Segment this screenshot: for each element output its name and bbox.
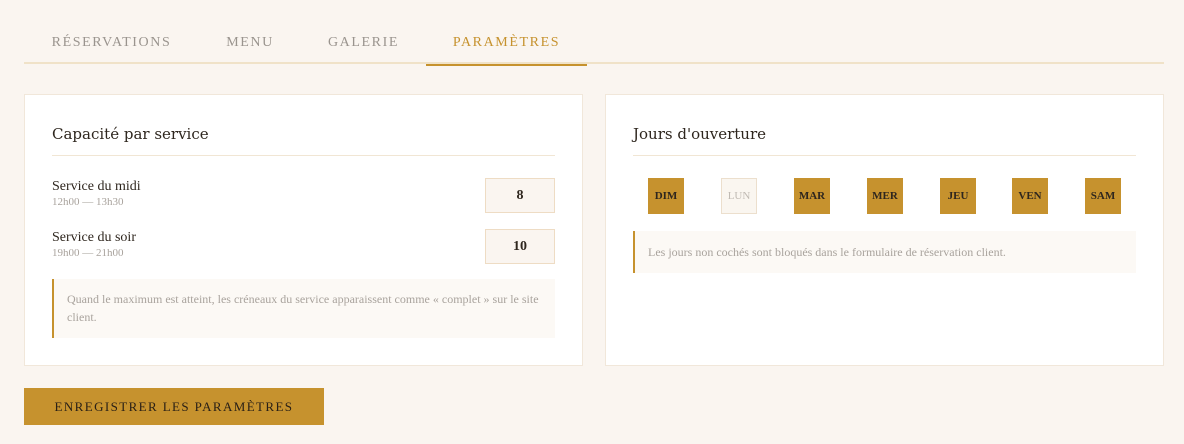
capacity-card: Capacité par service Service du midi 12h…: [24, 94, 583, 366]
divider: [52, 155, 555, 156]
day-toggle-jeu[interactable]: JEU: [940, 178, 976, 214]
dinner-service-row: Service du soir 19h00 — 21h00: [52, 229, 555, 266]
capacity-note: Quand le maximum est atteint, les crénea…: [52, 279, 555, 338]
lunch-service-label: Service du midi: [52, 179, 141, 194]
tab-menu[interactable]: MENU: [199, 22, 301, 64]
dinner-service-label: Service du soir: [52, 230, 136, 245]
opening-days-note: Les jours non cochés sont bloqués dans l…: [633, 231, 1136, 273]
opening-days-title: Jours d'ouverture: [633, 125, 767, 143]
lunch-capacity-input[interactable]: [485, 178, 555, 213]
day-toggle-mer[interactable]: MER: [867, 178, 903, 214]
dinner-service-hours: 19h00 — 21h00: [52, 247, 124, 259]
day-toggle-sam[interactable]: SAM: [1085, 178, 1121, 214]
tab-parametres[interactable]: PARAMÈTRES: [426, 22, 587, 66]
day-toggle-lun[interactable]: LUN: [721, 178, 757, 214]
tab-bar: RÉSERVATIONS MENU GALERIE PARAMÈTRES: [24, 22, 1164, 66]
tab-reservations[interactable]: RÉSERVATIONS: [24, 22, 199, 64]
day-toggle-ven[interactable]: VEN: [1012, 178, 1048, 214]
day-toggle-dim[interactable]: DIM: [648, 178, 684, 214]
day-toggle-mar[interactable]: MAR: [794, 178, 830, 214]
save-settings-button[interactable]: ENREGISTRER LES PARAMÈTRES: [24, 388, 324, 425]
lunch-service-hours: 12h00 — 13h30: [52, 196, 124, 208]
opening-days-card: Jours d'ouverture DIM LUN MAR MER JEU VE…: [605, 94, 1164, 366]
divider: [633, 155, 1136, 156]
capacity-title: Capacité par service: [52, 125, 209, 143]
tab-galerie[interactable]: GALERIE: [301, 22, 426, 64]
lunch-service-row: Service du midi 12h00 — 13h30: [52, 178, 555, 215]
dinner-capacity-input[interactable]: [485, 229, 555, 264]
